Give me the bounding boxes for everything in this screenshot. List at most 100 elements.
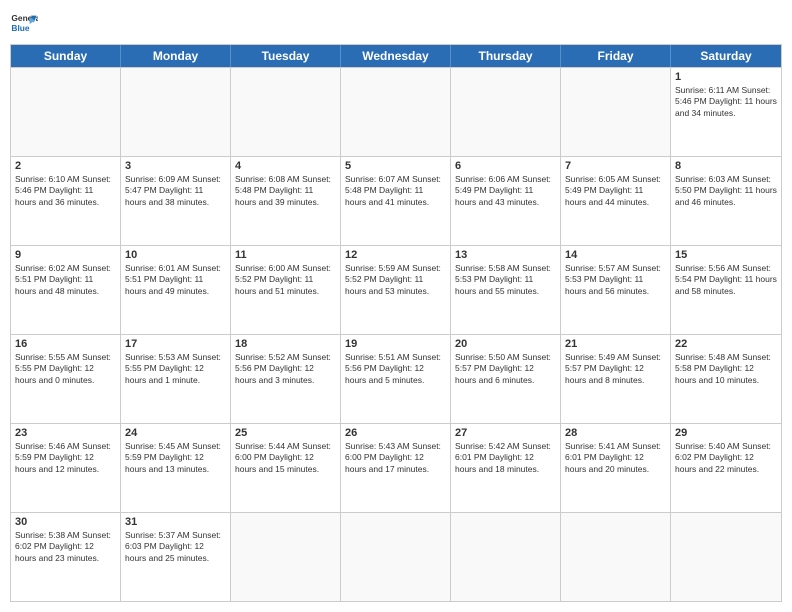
calendar-day-2: 2 Sunrise: 6:10 AM Sunset: 5:46 PM Daylig… bbox=[11, 157, 121, 245]
calendar-day-18: 18 Sunrise: 5:52 AM Sunset: 5:56 PM Dayli… bbox=[231, 335, 341, 423]
day-number: 5 bbox=[345, 160, 446, 172]
day-info: Sunrise: 5:37 AM Sunset: 6:03 PM Dayligh… bbox=[125, 530, 226, 564]
calendar-day-26: 26 Sunrise: 5:43 AM Sunset: 6:00 PM Dayli… bbox=[341, 424, 451, 512]
day-info: Sunrise: 5:56 AM Sunset: 5:54 PM Dayligh… bbox=[675, 263, 777, 297]
calendar-day-empty bbox=[11, 68, 121, 156]
day-info: Sunrise: 6:00 AM Sunset: 5:52 PM Dayligh… bbox=[235, 263, 336, 297]
calendar-day-23: 23 Sunrise: 5:46 AM Sunset: 5:59 PM Dayli… bbox=[11, 424, 121, 512]
day-of-week-monday: Monday bbox=[121, 45, 231, 67]
calendar-day-empty bbox=[231, 68, 341, 156]
day-number: 6 bbox=[455, 160, 556, 172]
calendar-day-8: 8Sunrise: 6:03 AM Sunset: 5:50 PM Daylig… bbox=[671, 157, 781, 245]
day-number: 2 bbox=[15, 160, 116, 172]
day-number: 7 bbox=[565, 160, 666, 172]
calendar-day-19: 19 Sunrise: 5:51 AM Sunset: 5:56 PM Dayli… bbox=[341, 335, 451, 423]
day-number: 26 bbox=[345, 427, 446, 439]
day-info: Sunrise: 6:10 AM Sunset: 5:46 PM Dayligh… bbox=[15, 174, 116, 208]
calendar-day-25: 25 Sunrise: 5:44 AM Sunset: 6:00 PM Dayli… bbox=[231, 424, 341, 512]
day-info: Sunrise: 6:05 AM Sunset: 5:49 PM Dayligh… bbox=[565, 174, 666, 208]
day-number: 17 bbox=[125, 338, 226, 350]
day-info: Sunrise: 5:55 AM Sunset: 5:55 PM Dayligh… bbox=[15, 352, 116, 386]
day-info: Sunrise: 5:51 AM Sunset: 5:56 PM Dayligh… bbox=[345, 352, 446, 386]
day-info: Sunrise: 5:40 AM Sunset: 6:02 PM Dayligh… bbox=[675, 441, 777, 475]
day-number: 15 bbox=[675, 249, 777, 261]
day-info: Sunrise: 5:43 AM Sunset: 6:00 PM Dayligh… bbox=[345, 441, 446, 475]
calendar-day-empty bbox=[341, 513, 451, 601]
day-number: 19 bbox=[345, 338, 446, 350]
calendar-body: 1 Sunrise: 6:11 AM Sunset: 5:46 PM Daylig… bbox=[11, 67, 781, 601]
calendar-day-5: 5Sunrise: 6:07 AM Sunset: 5:48 PM Daylig… bbox=[341, 157, 451, 245]
day-number: 29 bbox=[675, 427, 777, 439]
calendar-day-13: 13 Sunrise: 5:58 AM Sunset: 5:53 PM Dayli… bbox=[451, 246, 561, 334]
day-number: 13 bbox=[455, 249, 556, 261]
day-number: 27 bbox=[455, 427, 556, 439]
day-info: Sunrise: 6:02 AM Sunset: 5:51 PM Dayligh… bbox=[15, 263, 116, 297]
day-number: 20 bbox=[455, 338, 556, 350]
calendar-day-empty bbox=[341, 68, 451, 156]
svg-text:Blue: Blue bbox=[11, 23, 29, 33]
calendar-day-empty bbox=[561, 513, 671, 601]
calendar-day-empty bbox=[121, 68, 231, 156]
calendar-day-empty bbox=[671, 513, 781, 601]
calendar-header: SundayMondayTuesdayWednesdayThursdayFrid… bbox=[11, 45, 781, 67]
calendar-day-6: 6 Sunrise: 6:06 AM Sunset: 5:49 PM Daylig… bbox=[451, 157, 561, 245]
day-info: Sunrise: 5:59 AM Sunset: 5:52 PM Dayligh… bbox=[345, 263, 446, 297]
day-number: 9 bbox=[15, 249, 116, 261]
day-number: 4 bbox=[235, 160, 336, 172]
day-number: 10 bbox=[125, 249, 226, 261]
calendar-day-10: 10 Sunrise: 6:01 AM Sunset: 5:51 PM Dayli… bbox=[121, 246, 231, 334]
calendar-day-14: 14Sunrise: 5:57 AM Sunset: 5:53 PM Dayli… bbox=[561, 246, 671, 334]
day-info: Sunrise: 5:49 AM Sunset: 5:57 PM Dayligh… bbox=[565, 352, 666, 386]
calendar-day-4: 4 Sunrise: 6:08 AM Sunset: 5:48 PM Daylig… bbox=[231, 157, 341, 245]
calendar-day-11: 11Sunrise: 6:00 AM Sunset: 5:52 PM Dayli… bbox=[231, 246, 341, 334]
day-number: 22 bbox=[675, 338, 777, 350]
day-info: Sunrise: 5:46 AM Sunset: 5:59 PM Dayligh… bbox=[15, 441, 116, 475]
day-number: 31 bbox=[125, 516, 226, 528]
calendar-day-27: 27Sunrise: 5:42 AM Sunset: 6:01 PM Dayli… bbox=[451, 424, 561, 512]
calendar-day-1: 1 Sunrise: 6:11 AM Sunset: 5:46 PM Daylig… bbox=[671, 68, 781, 156]
day-number: 25 bbox=[235, 427, 336, 439]
calendar-day-24: 24Sunrise: 5:45 AM Sunset: 5:59 PM Dayli… bbox=[121, 424, 231, 512]
day-number: 3 bbox=[125, 160, 226, 172]
calendar-day-15: 15 Sunrise: 5:56 AM Sunset: 5:54 PM Dayli… bbox=[671, 246, 781, 334]
day-info: Sunrise: 5:58 AM Sunset: 5:53 PM Dayligh… bbox=[455, 263, 556, 297]
day-info: Sunrise: 6:11 AM Sunset: 5:46 PM Dayligh… bbox=[675, 85, 777, 119]
day-info: Sunrise: 5:50 AM Sunset: 5:57 PM Dayligh… bbox=[455, 352, 556, 386]
day-info: Sunrise: 5:52 AM Sunset: 5:56 PM Dayligh… bbox=[235, 352, 336, 386]
calendar-day-16: 16 Sunrise: 5:55 AM Sunset: 5:55 PM Dayli… bbox=[11, 335, 121, 423]
calendar-row: 9 Sunrise: 6:02 AM Sunset: 5:51 PM Daylig… bbox=[11, 245, 781, 334]
calendar-day-12: 12Sunrise: 5:59 AM Sunset: 5:52 PM Dayli… bbox=[341, 246, 451, 334]
calendar-day-31: 31 Sunrise: 5:37 AM Sunset: 6:03 PM Dayli… bbox=[121, 513, 231, 601]
calendar-day-empty bbox=[451, 513, 561, 601]
day-number: 18 bbox=[235, 338, 336, 350]
day-number: 1 bbox=[675, 71, 777, 83]
logo-icon: General Blue bbox=[10, 10, 38, 38]
day-number: 28 bbox=[565, 427, 666, 439]
day-of-week-friday: Friday bbox=[561, 45, 671, 67]
day-of-week-sunday: Sunday bbox=[11, 45, 121, 67]
day-of-week-tuesday: Tuesday bbox=[231, 45, 341, 67]
calendar-day-21: 21Sunrise: 5:49 AM Sunset: 5:57 PM Dayli… bbox=[561, 335, 671, 423]
day-info: Sunrise: 5:44 AM Sunset: 6:00 PM Dayligh… bbox=[235, 441, 336, 475]
day-info: Sunrise: 6:01 AM Sunset: 5:51 PM Dayligh… bbox=[125, 263, 226, 297]
day-of-week-wednesday: Wednesday bbox=[341, 45, 451, 67]
day-number: 8 bbox=[675, 160, 777, 172]
page-header: General Blue bbox=[10, 10, 782, 38]
calendar-day-3: 3 Sunrise: 6:09 AM Sunset: 5:47 PM Daylig… bbox=[121, 157, 231, 245]
calendar: SundayMondayTuesdayWednesdayThursdayFrid… bbox=[10, 44, 782, 602]
day-of-week-thursday: Thursday bbox=[451, 45, 561, 67]
day-number: 23 bbox=[15, 427, 116, 439]
day-number: 16 bbox=[15, 338, 116, 350]
calendar-day-9: 9 Sunrise: 6:02 AM Sunset: 5:51 PM Daylig… bbox=[11, 246, 121, 334]
day-info: Sunrise: 5:38 AM Sunset: 6:02 PM Dayligh… bbox=[15, 530, 116, 564]
calendar-day-22: 22 Sunrise: 5:48 AM Sunset: 5:58 PM Dayli… bbox=[671, 335, 781, 423]
day-number: 30 bbox=[15, 516, 116, 528]
day-info: Sunrise: 5:48 AM Sunset: 5:58 PM Dayligh… bbox=[675, 352, 777, 386]
day-info: Sunrise: 6:09 AM Sunset: 5:47 PM Dayligh… bbox=[125, 174, 226, 208]
day-info: Sunrise: 6:08 AM Sunset: 5:48 PM Dayligh… bbox=[235, 174, 336, 208]
day-info: Sunrise: 6:06 AM Sunset: 5:49 PM Dayligh… bbox=[455, 174, 556, 208]
calendar-row: 1 Sunrise: 6:11 AM Sunset: 5:46 PM Daylig… bbox=[11, 67, 781, 156]
calendar-day-29: 29 Sunrise: 5:40 AM Sunset: 6:02 PM Dayli… bbox=[671, 424, 781, 512]
calendar-row: 2 Sunrise: 6:10 AM Sunset: 5:46 PM Daylig… bbox=[11, 156, 781, 245]
calendar-day-7: 7 Sunrise: 6:05 AM Sunset: 5:49 PM Daylig… bbox=[561, 157, 671, 245]
